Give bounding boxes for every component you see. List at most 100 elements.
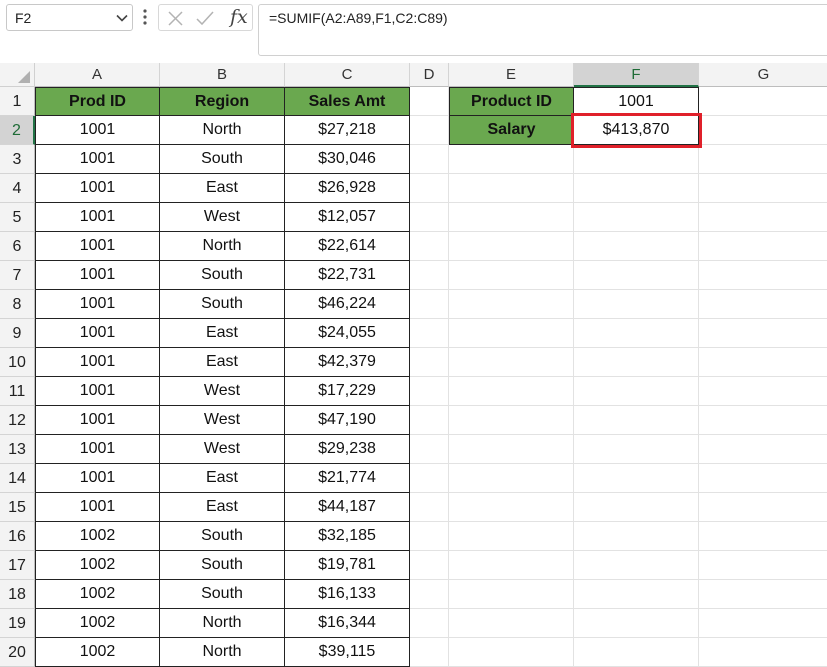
cell-f14[interactable] [574,464,699,493]
cell-c5[interactable]: $12,057 [285,203,410,232]
cell-c9[interactable]: $24,055 [285,319,410,348]
cell-b14[interactable]: East [160,464,285,493]
cell-d2[interactable] [410,116,449,145]
cell-f15[interactable] [574,493,699,522]
cell-c8[interactable]: $46,224 [285,290,410,319]
cell-g6[interactable] [699,232,827,261]
cell-b4[interactable]: East [160,174,285,203]
cell-g9[interactable] [699,319,827,348]
cell-d18[interactable] [410,580,449,609]
cell-f10[interactable] [574,348,699,377]
cell-f5[interactable] [574,203,699,232]
cell-b19[interactable]: North [160,609,285,638]
cell-e13[interactable] [449,435,574,464]
cell-a7[interactable]: 1001 [35,261,160,290]
cell-d10[interactable] [410,348,449,377]
cell-g18[interactable] [699,580,827,609]
cell-d4[interactable] [410,174,449,203]
row-header-18[interactable]: 18 [0,580,35,609]
cell-b10[interactable]: East [160,348,285,377]
row-header-19[interactable]: 19 [0,609,35,638]
cell-f7[interactable] [574,261,699,290]
cell-g5[interactable] [699,203,827,232]
cell-g8[interactable] [699,290,827,319]
cell-f8[interactable] [574,290,699,319]
cell-g7[interactable] [699,261,827,290]
row-header-12[interactable]: 12 [0,406,35,435]
cell-e19[interactable] [449,609,574,638]
cell-d14[interactable] [410,464,449,493]
cell-a3[interactable]: 1001 [35,145,160,174]
cell-e14[interactable] [449,464,574,493]
name-box[interactable]: F2 [6,4,133,31]
cell-g10[interactable] [699,348,827,377]
cell-d1[interactable] [410,87,449,116]
cell-f9[interactable] [574,319,699,348]
cell-a5[interactable]: 1001 [35,203,160,232]
column-header-e[interactable]: E [449,63,574,87]
row-header-20[interactable]: 20 [0,638,35,667]
cell-c3[interactable]: $30,046 [285,145,410,174]
cell-e12[interactable] [449,406,574,435]
cell-a13[interactable]: 1001 [35,435,160,464]
cell-c20[interactable]: $39,115 [285,638,410,667]
cell-d3[interactable] [410,145,449,174]
cell-d8[interactable] [410,290,449,319]
cell-f19[interactable] [574,609,699,638]
cell-g11[interactable] [699,377,827,406]
chevron-down-icon[interactable] [116,12,128,24]
cell-e3[interactable] [449,145,574,174]
cell-a11[interactable]: 1001 [35,377,160,406]
cell-c17[interactable]: $19,781 [285,551,410,580]
cell-g20[interactable] [699,638,827,667]
cell-e10[interactable] [449,348,574,377]
row-header-17[interactable]: 17 [0,551,35,580]
cell-b3[interactable]: South [160,145,285,174]
row-header-4[interactable]: 4 [0,174,35,203]
cell-f13[interactable] [574,435,699,464]
cell-f2[interactable]: $413,870 [574,116,699,145]
column-header-f[interactable]: F [574,63,699,87]
cell-g14[interactable] [699,464,827,493]
cell-d11[interactable] [410,377,449,406]
more-options-icon[interactable] [143,9,147,25]
cell-a19[interactable]: 1002 [35,609,160,638]
cell-a6[interactable]: 1001 [35,232,160,261]
cell-f16[interactable] [574,522,699,551]
cell-f1[interactable]: 1001 [574,87,699,116]
cell-e7[interactable] [449,261,574,290]
cell-b9[interactable]: East [160,319,285,348]
cell-f11[interactable] [574,377,699,406]
cell-g19[interactable] [699,609,827,638]
cell-a15[interactable]: 1001 [35,493,160,522]
cell-c19[interactable]: $16,344 [285,609,410,638]
cell-a9[interactable]: 1001 [35,319,160,348]
column-header-c[interactable]: C [285,63,410,87]
column-header-a[interactable]: A [35,63,160,87]
cell-b2[interactable]: North [160,116,285,145]
cell-b12[interactable]: West [160,406,285,435]
cell-a2[interactable]: 1001 [35,116,160,145]
row-header-13[interactable]: 13 [0,435,35,464]
cell-g15[interactable] [699,493,827,522]
cell-d12[interactable] [410,406,449,435]
row-header-6[interactable]: 6 [0,232,35,261]
cell-e5[interactable] [449,203,574,232]
cell-c14[interactable]: $21,774 [285,464,410,493]
cell-d17[interactable] [410,551,449,580]
cell-d13[interactable] [410,435,449,464]
cell-a1[interactable]: Prod ID [35,87,160,116]
cell-d7[interactable] [410,261,449,290]
cell-g17[interactable] [699,551,827,580]
cell-c15[interactable]: $44,187 [285,493,410,522]
row-header-15[interactable]: 15 [0,493,35,522]
cell-f6[interactable] [574,232,699,261]
cell-e17[interactable] [449,551,574,580]
cell-b6[interactable]: North [160,232,285,261]
cell-d20[interactable] [410,638,449,667]
cell-d5[interactable] [410,203,449,232]
cell-a8[interactable]: 1001 [35,290,160,319]
cell-c10[interactable]: $42,379 [285,348,410,377]
cell-e11[interactable] [449,377,574,406]
cell-b18[interactable]: South [160,580,285,609]
